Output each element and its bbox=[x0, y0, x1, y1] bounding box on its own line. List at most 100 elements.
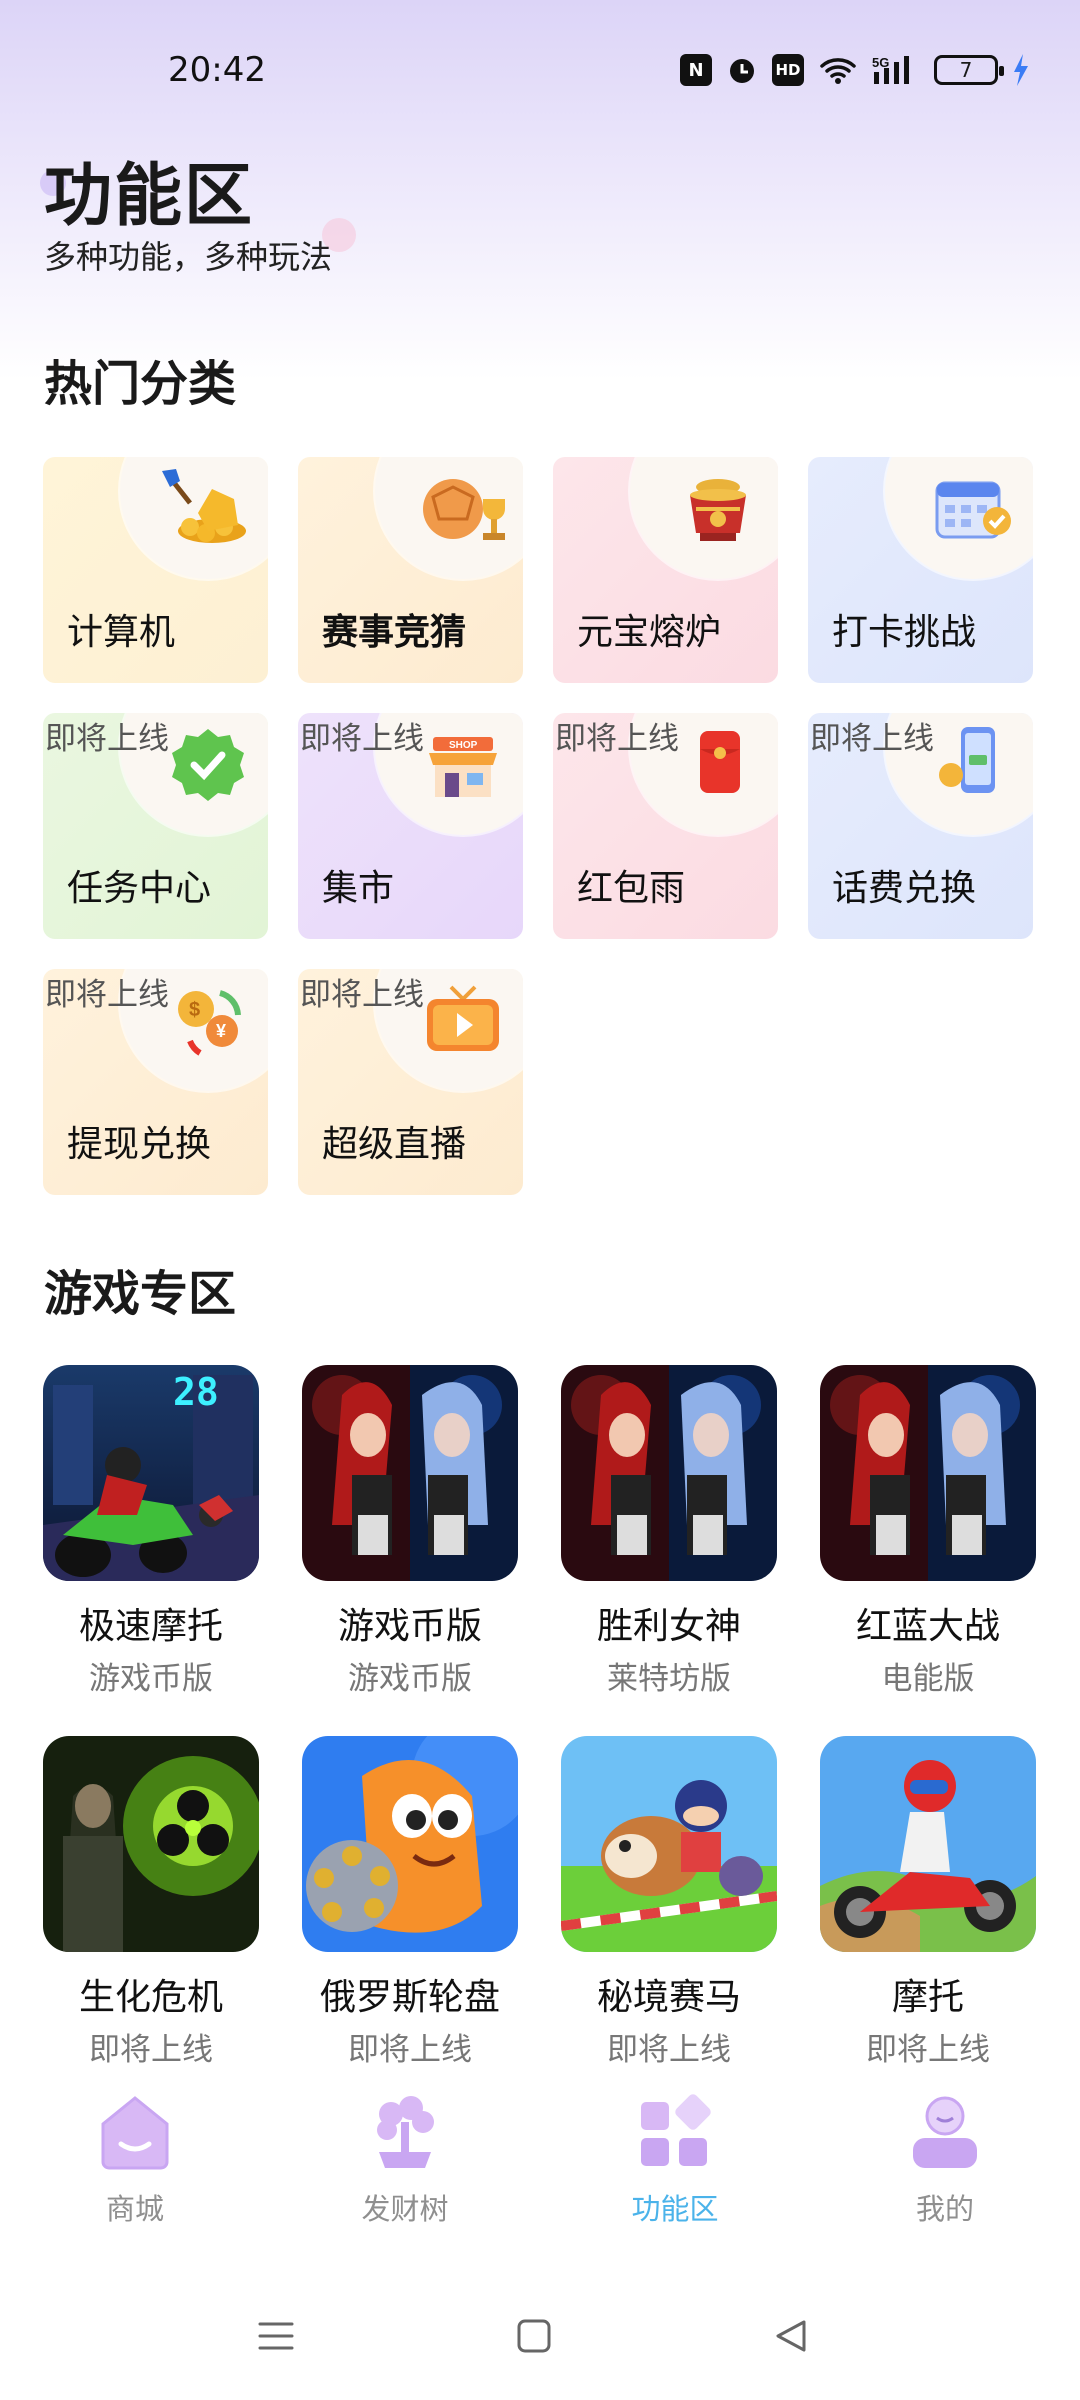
svg-text:$: $ bbox=[189, 999, 200, 1021]
status-time: 20:42 bbox=[168, 50, 266, 90]
red-envelope-icon bbox=[670, 725, 766, 805]
bottom-tab-bar: 商城 发财树 功能区 我的 bbox=[0, 2080, 1080, 2230]
system-nav-bar bbox=[0, 2290, 1080, 2380]
category-label: 元宝熔炉 bbox=[577, 612, 722, 653]
coin-exchange-icon: $ ¥ bbox=[160, 981, 256, 1061]
game-thumbnail-horse-race[interactable] bbox=[561, 1736, 777, 1952]
category-card-red-envelope-rain[interactable]: 即将上线 红包雨 bbox=[553, 713, 778, 939]
page-title: 功能区 bbox=[44, 157, 255, 236]
section-title-hot: 热门分类 bbox=[44, 356, 237, 412]
coming-soon-label: 即将上线 bbox=[555, 721, 679, 757]
game-thumbnail-biohazard[interactable] bbox=[43, 1736, 259, 1952]
game-subtitle: 即将上线 bbox=[607, 2032, 731, 2068]
game-item-biohazard[interactable]: 生化危机 即将上线 bbox=[43, 1736, 259, 2069]
home-square-icon[interactable] bbox=[512, 2314, 556, 2358]
tab-label: 发财树 bbox=[361, 2192, 449, 2226]
game-thumbnail-dirt-bike[interactable] bbox=[820, 1736, 1036, 1952]
page-subtitle: 多种功能，多种玩法 bbox=[44, 238, 333, 276]
category-card-market[interactable]: SHOP 即将上线 集市 bbox=[298, 713, 523, 939]
game-thumbnail-revolver-snail[interactable] bbox=[302, 1736, 518, 1952]
home-icon bbox=[95, 2092, 175, 2172]
ball-trophy-icon bbox=[415, 469, 511, 549]
tab-label: 功能区 bbox=[631, 2192, 719, 2226]
category-label: 计算机 bbox=[67, 612, 176, 653]
category-card-phone-recharge[interactable]: 即将上线 话费兑换 bbox=[808, 713, 1033, 939]
back-icon[interactable] bbox=[770, 2314, 814, 2358]
category-card-ingot-furnace[interactable]: 元宝熔炉 bbox=[553, 457, 778, 683]
category-label: 打卡挑战 bbox=[832, 612, 977, 653]
category-label: 集市 bbox=[322, 868, 395, 909]
game-name: 红蓝大战 bbox=[855, 1606, 1000, 1647]
game-subtitle: 莱特坊版 bbox=[607, 1661, 731, 1697]
category-label: 话费兑换 bbox=[832, 868, 977, 909]
grid-icon bbox=[635, 2092, 715, 2172]
money-tree-icon bbox=[365, 2092, 445, 2172]
game-item-speed-moto[interactable]: 28 极速摩托 游戏币版 bbox=[43, 1365, 259, 1698]
game-item-victory-goddess[interactable]: 胜利女神 莱特坊版 bbox=[561, 1365, 777, 1698]
game-thumbnail-red-blue-girls[interactable] bbox=[302, 1365, 518, 1581]
category-label: 任务中心 bbox=[67, 868, 212, 909]
game-name: 生化危机 bbox=[78, 1977, 223, 2018]
coming-soon-label: 即将上线 bbox=[45, 977, 169, 1013]
category-card-task-center[interactable]: 即将上线 任务中心 bbox=[43, 713, 268, 939]
game-name: 胜利女神 bbox=[596, 1606, 741, 1647]
svg-text:¥: ¥ bbox=[216, 1021, 226, 1041]
tab-label: 我的 bbox=[915, 2192, 974, 2226]
game-name: 俄罗斯轮盘 bbox=[319, 1977, 500, 2018]
treasure-pot-icon bbox=[670, 469, 766, 549]
category-card-withdraw[interactable]: $ ¥ 即将上线 提现兑换 bbox=[43, 969, 268, 1195]
game-thumbnail-motor-race[interactable]: 28 bbox=[43, 1365, 259, 1581]
category-label: 红包雨 bbox=[577, 868, 686, 909]
status-bar: 20:42 N HD 5G 7 bbox=[0, 0, 1080, 140]
coming-soon-label: 即将上线 bbox=[810, 721, 934, 757]
wifi-icon bbox=[818, 54, 858, 86]
game-subtitle: 游戏币版 bbox=[348, 1661, 472, 1697]
category-label: 赛事竞猜 bbox=[322, 612, 467, 653]
svg-text:SHOP: SHOP bbox=[449, 740, 478, 751]
tab-function-zone[interactable]: 功能区 bbox=[540, 2080, 810, 2230]
game-name: 秘境赛马 bbox=[596, 1977, 741, 2018]
calendar-check-icon bbox=[925, 469, 1021, 549]
category-card-checkin[interactable]: 打卡挑战 bbox=[808, 457, 1033, 683]
game-item-horse-race[interactable]: 秘境赛马 即将上线 bbox=[561, 1736, 777, 2069]
phone-recharge-icon bbox=[925, 725, 1021, 805]
tab-mall[interactable]: 商城 bbox=[0, 2080, 270, 2230]
category-card-calculator[interactable]: 计算机 bbox=[43, 457, 268, 683]
tab-money-tree[interactable]: 发财树 bbox=[270, 2080, 540, 2230]
menu-icon[interactable] bbox=[254, 2314, 298, 2358]
game-item-russian-roulette[interactable]: 俄罗斯轮盘 即将上线 bbox=[302, 1736, 518, 2069]
coming-soon-label: 即将上线 bbox=[300, 721, 424, 757]
game-name: 游戏币版 bbox=[337, 1606, 482, 1647]
category-card-super-live[interactable]: 即将上线 超级直播 bbox=[298, 969, 523, 1195]
battery-icon: 7 bbox=[934, 55, 1004, 85]
game-grid: 28 极速摩托 游戏币版 游戏币版 游戏币版 胜利女神 莱特坊版 红蓝大战 电能… bbox=[43, 1365, 1041, 2069]
game-subtitle: 即将上线 bbox=[89, 2032, 213, 2068]
game-subtitle: 即将上线 bbox=[866, 2032, 990, 2068]
live-tv-icon bbox=[415, 981, 511, 1061]
check-badge-icon bbox=[160, 725, 256, 805]
tab-mine[interactable]: 我的 bbox=[810, 2080, 1080, 2230]
game-subtitle: 即将上线 bbox=[348, 2032, 472, 2068]
nfc-icon: N bbox=[680, 54, 712, 86]
game-item-moto[interactable]: 摩托 即将上线 bbox=[820, 1736, 1036, 2069]
game-name: 摩托 bbox=[891, 1977, 964, 2018]
section-title-games: 游戏专区 bbox=[44, 1266, 237, 1322]
hd-icon: HD bbox=[772, 54, 804, 86]
category-label: 提现兑换 bbox=[67, 1124, 212, 1165]
game-subtitle: 电能版 bbox=[881, 1661, 975, 1697]
game-subtitle: 游戏币版 bbox=[89, 1661, 213, 1697]
game-item-coin-edition[interactable]: 游戏币版 游戏币版 bbox=[302, 1365, 518, 1698]
game-thumbnail-red-blue-girls[interactable] bbox=[561, 1365, 777, 1581]
game-item-red-blue-war[interactable]: 红蓝大战 电能版 bbox=[820, 1365, 1036, 1698]
coming-soon-label: 即将上线 bbox=[45, 721, 169, 757]
profile-icon bbox=[905, 2092, 985, 2172]
game-name: 极速摩托 bbox=[78, 1606, 223, 1647]
tab-label: 商城 bbox=[105, 2192, 164, 2226]
charging-icon bbox=[1012, 54, 1030, 86]
category-card-match-guess[interactable]: 赛事竞猜 bbox=[298, 457, 523, 683]
coming-soon-label: 即将上线 bbox=[300, 977, 424, 1013]
svg-text:28: 28 bbox=[173, 1370, 219, 1414]
signal-5g-icon: 5G bbox=[872, 54, 920, 86]
game-thumbnail-red-blue-girls[interactable] bbox=[820, 1365, 1036, 1581]
alarm-icon bbox=[726, 54, 758, 86]
